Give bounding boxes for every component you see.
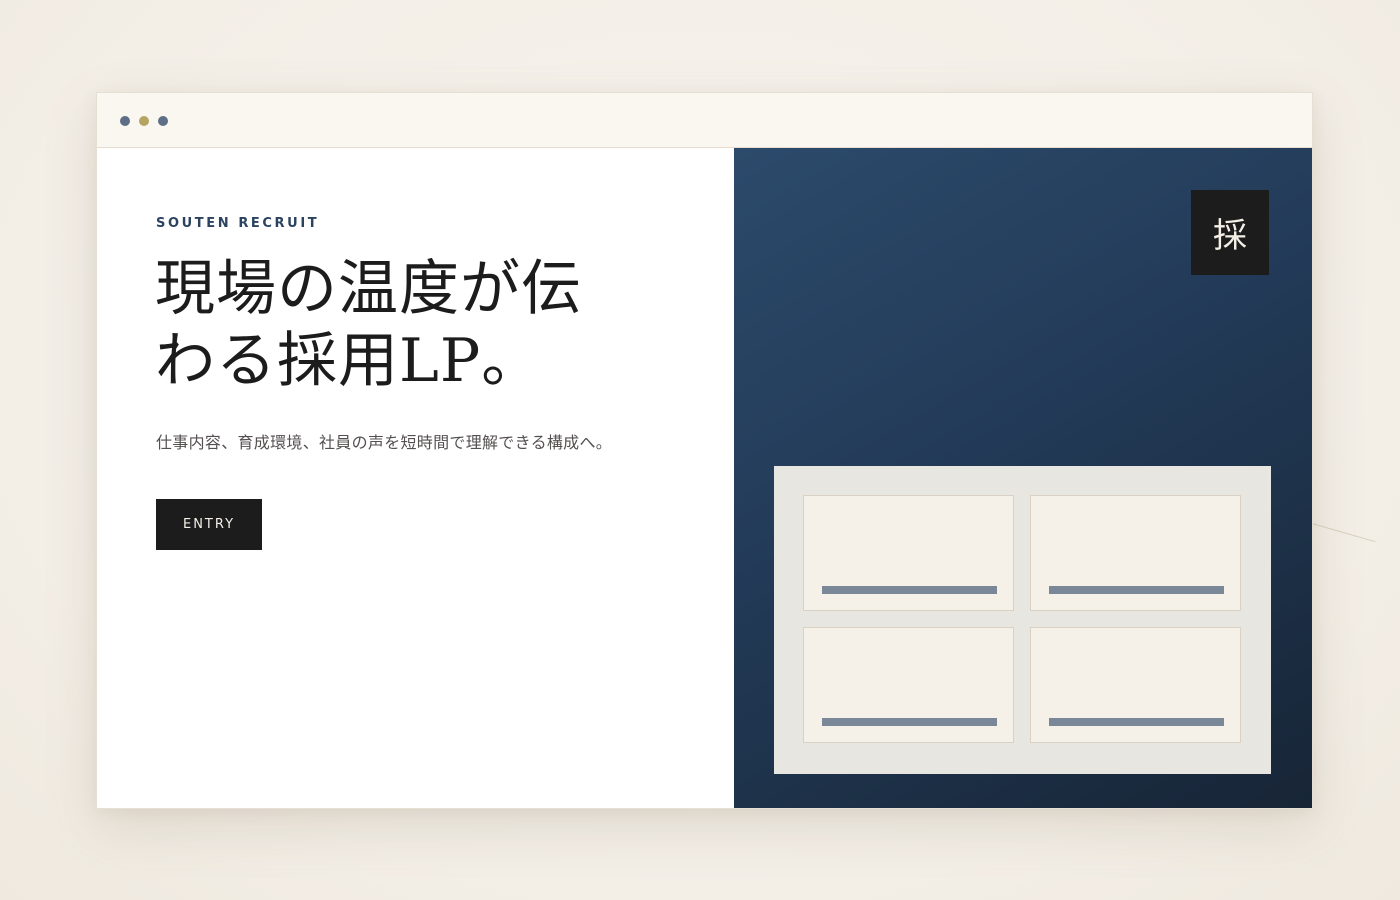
preview-card-bar	[822, 718, 997, 726]
hero-subcopy: 仕事内容、育成環境、社員の声を短時間で理解できる構成へ。	[156, 433, 613, 452]
window-dot-1[interactable]	[120, 116, 130, 126]
preview-card	[1030, 495, 1241, 611]
preview-card	[803, 495, 1014, 611]
recruit-kanji-badge: 採	[1191, 190, 1269, 275]
hero-headline-line-2: わる採用LP。	[155, 326, 543, 396]
preview-card	[1030, 627, 1241, 743]
content-preview-panel	[774, 466, 1271, 774]
entry-button[interactable]: ENTRY	[156, 499, 262, 550]
hero-text-pane: SOUTEN RECRUIT 現場の温度が伝 わる採用LP。 仕事内容、育成環境…	[97, 148, 734, 808]
page-background: SOUTEN RECRUIT 現場の温度が伝 わる採用LP。 仕事内容、育成環境…	[0, 0, 1400, 900]
window-dot-2[interactable]	[139, 116, 149, 126]
preview-card-bar	[1049, 586, 1224, 594]
preview-card-bar	[1049, 718, 1224, 726]
decorative-line	[1311, 523, 1376, 543]
browser-window: SOUTEN RECRUIT 現場の温度が伝 わる採用LP。 仕事内容、育成環境…	[96, 92, 1313, 809]
hero-headline-line-1: 現場の温度が伝	[155, 254, 582, 324]
preview-card-bar	[822, 586, 997, 594]
hero-visual-pane: 採	[734, 148, 1312, 808]
brand-eyebrow: SOUTEN RECRUIT	[156, 216, 320, 231]
window-dot-3[interactable]	[158, 116, 168, 126]
window-titlebar	[97, 93, 1312, 148]
landing-page-content: SOUTEN RECRUIT 現場の温度が伝 わる採用LP。 仕事内容、育成環境…	[97, 148, 1312, 808]
preview-card	[803, 627, 1014, 743]
hero-headline: 現場の温度が伝 わる採用LP。	[155, 253, 655, 397]
